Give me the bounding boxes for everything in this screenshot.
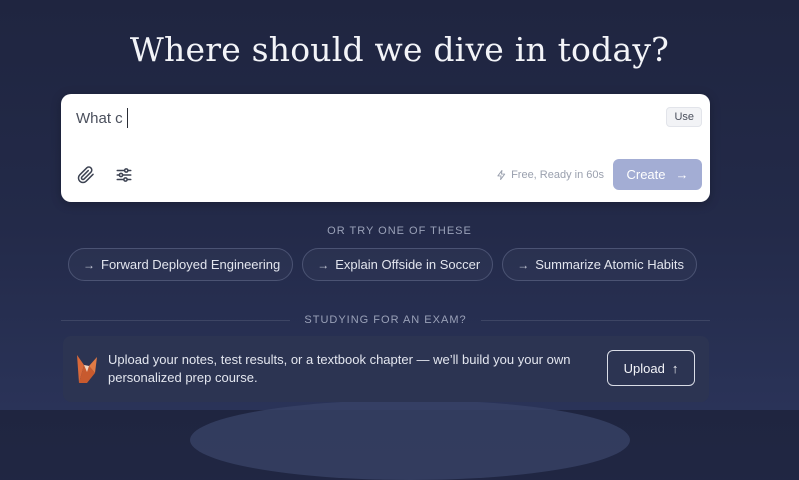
prompt-input[interactable]: What c bbox=[76, 108, 129, 128]
suggestion-list: → Forward Deployed Engineering → Explain… bbox=[68, 248, 698, 281]
attach-button[interactable] bbox=[75, 164, 97, 186]
exam-description: Upload your notes, test results, or a te… bbox=[108, 352, 571, 385]
upload-button[interactable]: Upload ↑ bbox=[607, 350, 695, 386]
create-button-label: Create bbox=[626, 167, 666, 182]
suggestion-label: Forward Deployed Engineering bbox=[101, 257, 281, 272]
ready-hint: Free, Ready in 60s bbox=[496, 169, 604, 181]
upload-button-label: Upload bbox=[623, 360, 665, 376]
settings-button[interactable] bbox=[113, 164, 135, 186]
sliders-icon bbox=[116, 168, 132, 182]
page-title: Where should we dive in today? bbox=[129, 30, 670, 69]
exam-prep-card: Upload your notes, test results, or a te… bbox=[63, 336, 709, 402]
suggestion-label: Summarize Atomic Habits bbox=[535, 257, 685, 272]
divider-line bbox=[480, 319, 711, 321]
prompt-composer: What c Use Free, Ready in 60s Create → bbox=[61, 94, 710, 202]
arrow-right-icon: → bbox=[675, 167, 689, 182]
background-curve bbox=[190, 400, 630, 480]
exam-divider: STUDYING FOR AN EXAM? bbox=[61, 313, 711, 327]
arrow-right-icon: → bbox=[83, 257, 95, 272]
suggestions-label: OR TRY ONE OF THESE bbox=[327, 225, 472, 237]
use-button[interactable]: Use bbox=[666, 107, 702, 127]
suggestion-label: Explain Offside in Soccer bbox=[335, 257, 481, 272]
arrow-right-icon: → bbox=[517, 257, 530, 272]
paperclip-icon bbox=[77, 166, 94, 184]
divider-line bbox=[61, 319, 291, 321]
prompt-input-value: What c bbox=[76, 109, 123, 127]
arrow-up-icon: ↑ bbox=[671, 360, 679, 376]
text-caret bbox=[126, 108, 129, 128]
suggestion-chip[interactable]: → Summarize Atomic Habits bbox=[502, 248, 698, 281]
suggestion-chip[interactable]: → Explain Offside in Soccer bbox=[302, 248, 494, 281]
arrow-right-icon: → bbox=[317, 257, 330, 272]
exam-divider-label: STUDYING FOR AN EXAM? bbox=[304, 314, 467, 326]
suggestion-chip[interactable]: → Forward Deployed Engineering bbox=[68, 248, 294, 281]
ready-hint-text: Free, Ready in 60s bbox=[511, 169, 604, 181]
lightning-icon bbox=[497, 169, 506, 181]
create-button[interactable]: Create → bbox=[613, 159, 702, 190]
fox-logo-icon bbox=[77, 355, 97, 383]
